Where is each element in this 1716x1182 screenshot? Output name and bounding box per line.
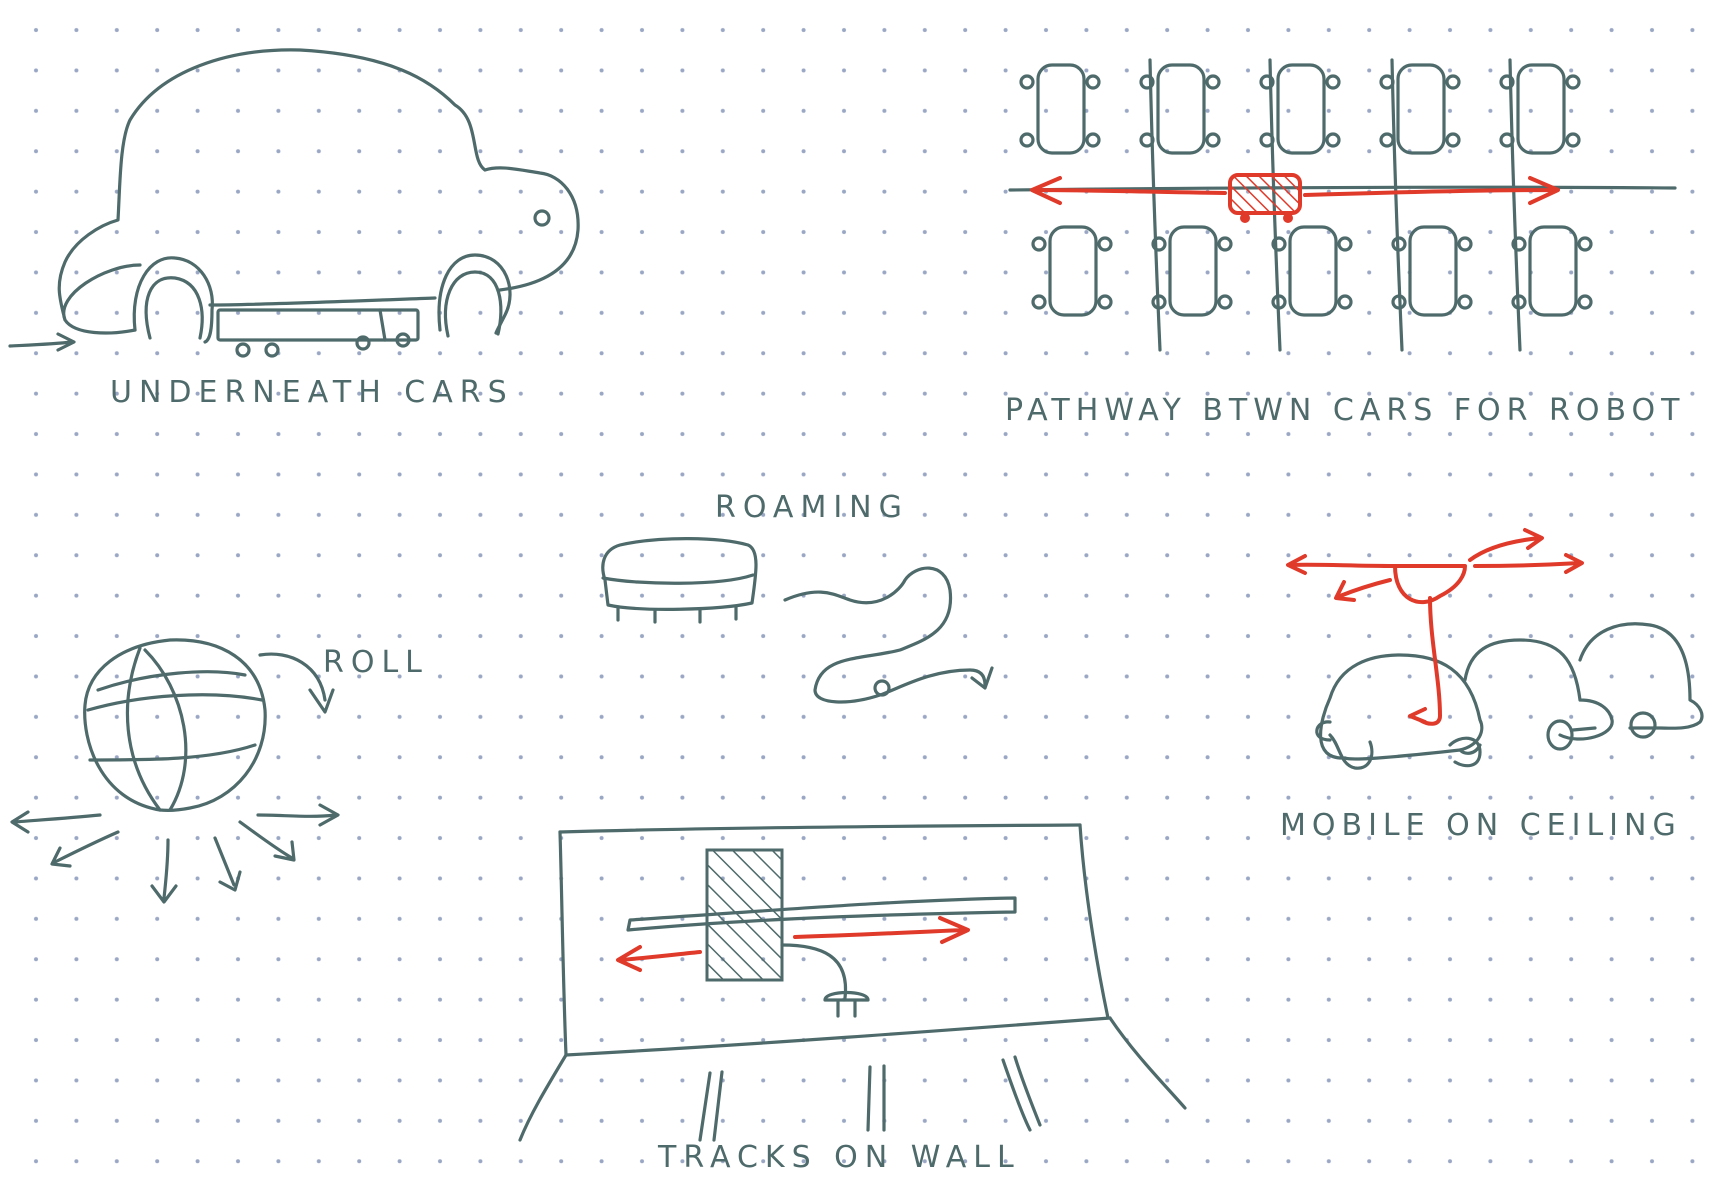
robot-wheel [1240, 213, 1250, 223]
sketch-drawing [0, 0, 1716, 1178]
label-tracks-on-wall: TRACKS ON WALL [658, 1140, 1021, 1175]
label-mobile-on-ceiling: MOBILE ON CEILING [1280, 808, 1682, 843]
robot-wheel [1283, 213, 1293, 223]
sketch-canvas: UNDERNEATH CARS PATHWAY BTWN CARS FOR RO… [0, 0, 1716, 1178]
label-pathway-between-cars: PATHWAY BTWN CARS FOR ROBOT [1005, 393, 1686, 428]
label-underneath-cars: UNDERNEATH CARS [110, 375, 514, 410]
label-roaming: ROAMING [715, 490, 909, 525]
label-roll: ROLL [323, 645, 429, 680]
pathway-robot [1228, 173, 1302, 215]
